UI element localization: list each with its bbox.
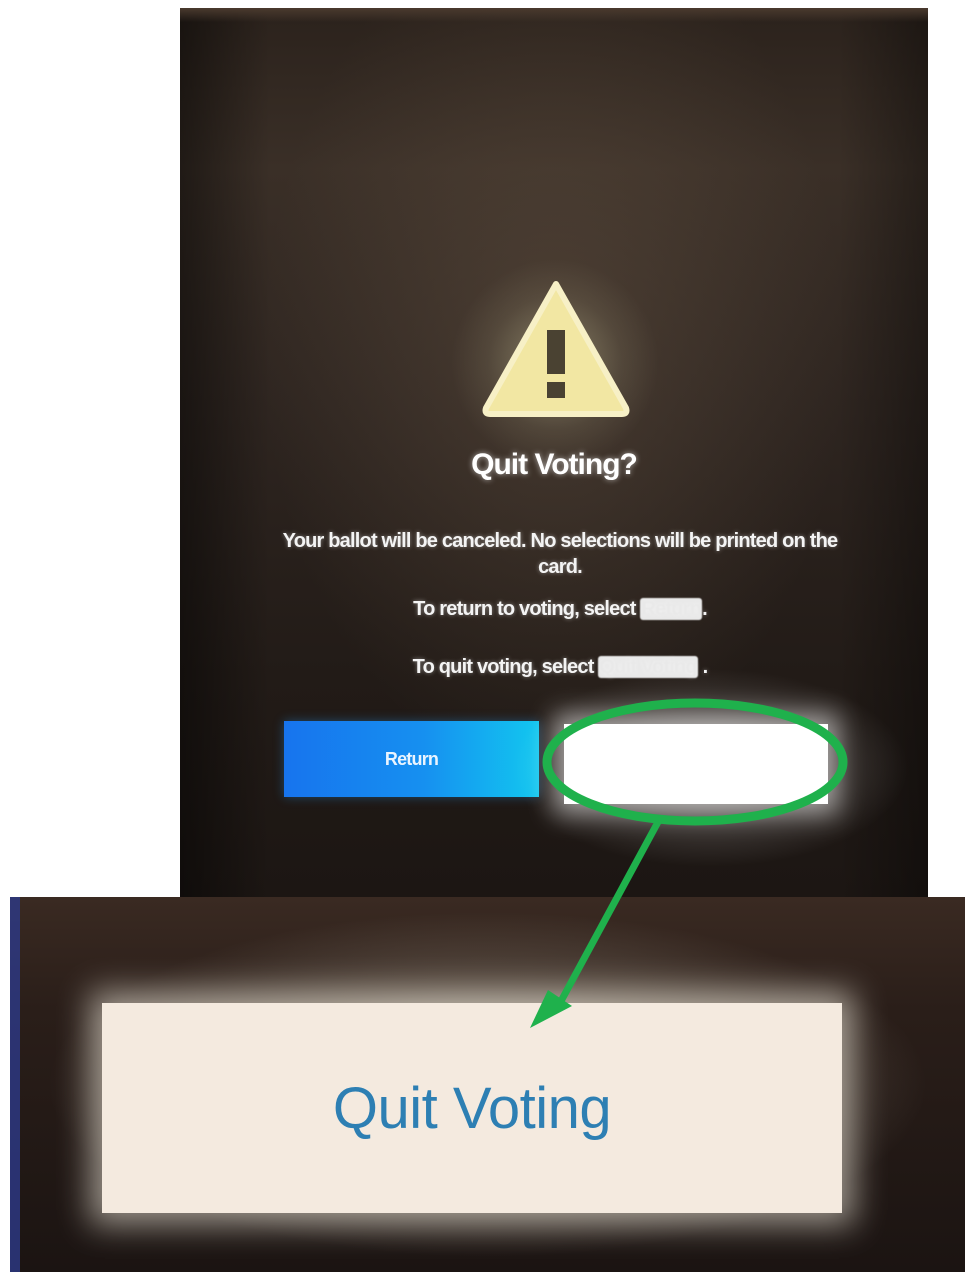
dialog-title: Quit Voting? [471, 448, 638, 481]
return-instruction-target: Return [640, 598, 703, 620]
quit-voting-button[interactable] [564, 724, 828, 804]
return-button[interactable]: Return [284, 721, 539, 797]
warning-triangle-icon [482, 281, 630, 417]
zoomed-quit-button-photo: Quit Voting [10, 897, 965, 1272]
return-instruction-prefix: To return to voting, select [413, 598, 636, 620]
voting-screen-photo: Quit Voting? Your ballot will be cancele… [180, 8, 928, 898]
return-instruction-suffix: . [702, 598, 708, 620]
zoomed-quit-voting-button[interactable]: Quit Voting [102, 1003, 842, 1213]
quit-instruction-prefix: To quit voting, select [412, 656, 595, 678]
dialog-body-text: Your ballot will be canceled. No selecti… [282, 530, 839, 578]
return-instruction: To return to voting, select Return. [280, 596, 840, 622]
